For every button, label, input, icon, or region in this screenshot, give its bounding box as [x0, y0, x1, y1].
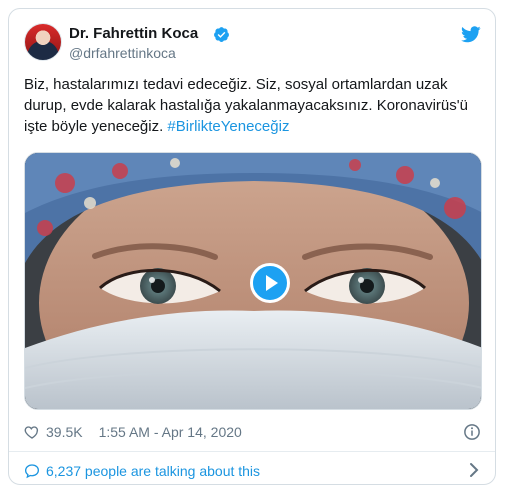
author-name[interactable]: Dr. Fahrettin Koca [69, 25, 198, 42]
divider [9, 451, 495, 452]
chevron-right-icon[interactable] [469, 462, 479, 478]
talking-label[interactable]: 6,237 people are talking about this [46, 463, 260, 479]
tweet-text: Biz, hastalarımızı tedavi edeceğiz. Siz,… [24, 74, 484, 137]
video-player[interactable] [24, 152, 482, 410]
tweet-meta: 39.5K 1:55 AM - Apr 14, 2020 [24, 422, 242, 442]
verified-badge-icon [214, 27, 229, 42]
play-icon [266, 275, 278, 291]
play-button[interactable] [250, 263, 290, 303]
speech-bubble-icon [24, 464, 40, 479]
hashtag-link[interactable]: #BirlikteYeneceğiz [167, 118, 289, 135]
info-icon[interactable] [463, 423, 481, 441]
conversation-link[interactable]: 6,237 people are talking about this [24, 461, 260, 481]
heart-icon[interactable] [24, 424, 40, 440]
timestamp[interactable]: 1:55 AM - Apr 14, 2020 [99, 424, 242, 440]
author-handle[interactable]: @drfahrettinkoca [69, 45, 176, 61]
twitter-bird-icon[interactable] [461, 26, 481, 43]
tweet-card[interactable]: Dr. Fahrettin Koca @drfahrettinkoca Biz,… [8, 8, 496, 485]
avatar[interactable] [24, 23, 62, 61]
like-count[interactable]: 39.5K [46, 424, 83, 440]
